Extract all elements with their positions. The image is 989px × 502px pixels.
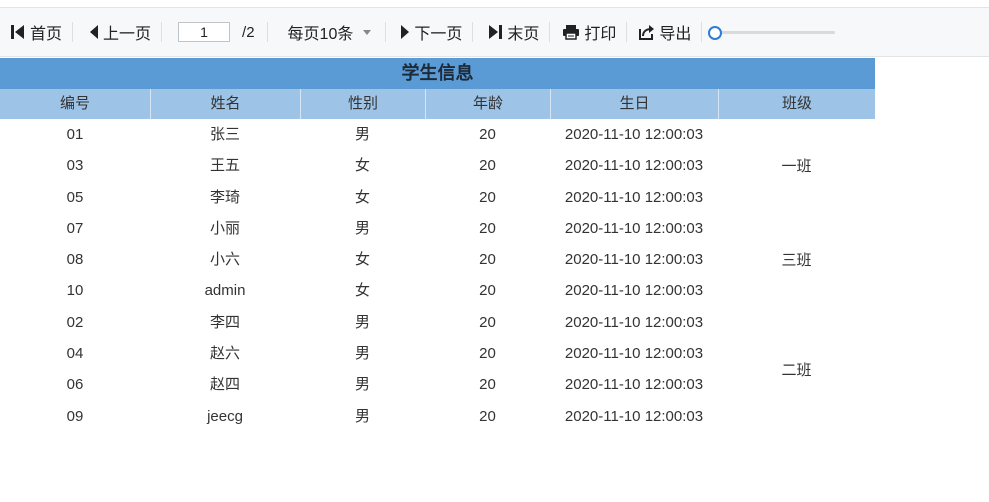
cell-birthday: 2020-11-10 12:00:03 <box>564 157 704 175</box>
export-icon <box>639 24 655 40</box>
student-report: 学生信息 编号 姓名 性别 年龄 生日 班级 01 张三 男 20 2020-1… <box>0 58 875 432</box>
chevron-down-icon <box>363 29 372 35</box>
cell-name: 小丽 <box>209 219 240 237</box>
page-number-input[interactable] <box>178 22 231 42</box>
cell-birthday: 2020-11-10 12:00:03 <box>564 345 704 363</box>
cell-birthday: 2020-11-10 12:00:03 <box>564 313 704 331</box>
cell-age: 20 <box>479 376 496 394</box>
cell-id: 04 <box>66 345 84 363</box>
column-header-age: 年龄 <box>425 89 550 119</box>
cell-birthday: 2020-11-10 12:00:03 <box>564 282 704 300</box>
table-header: 编号 姓名 性别 年龄 生日 班级 <box>0 89 875 119</box>
cell-name: 李琦 <box>209 188 240 206</box>
cell-sex: 男 <box>354 126 370 143</box>
prev-page-button[interactable]: 上一页 <box>73 8 161 56</box>
column-header-class: 班级 <box>718 89 875 119</box>
last-page-icon <box>487 24 503 40</box>
print-label: 打印 <box>584 26 617 43</box>
last-page-button[interactable]: 末页 <box>473 8 549 56</box>
cell-name: 张三 <box>209 126 240 143</box>
cell-sex: 男 <box>354 345 370 363</box>
cell-age: 20 <box>479 313 496 331</box>
prev-page-label: 上一页 <box>103 26 152 43</box>
cell-id: 09 <box>66 407 84 425</box>
column-header-id: 编号 <box>59 95 90 112</box>
last-page-label: 末页 <box>507 26 540 43</box>
table-body: 01 张三 男 20 2020-11-10 12:00:03 03 王五 女 2… <box>0 119 875 432</box>
cell-name: 李四 <box>209 313 240 331</box>
page-total: /2 <box>242 23 255 41</box>
page-size-select[interactable]: 每页10条 <box>268 8 386 56</box>
cell-id: 05 <box>66 188 84 206</box>
cell-age: 20 <box>479 251 496 269</box>
cell-id: 01 <box>66 126 84 143</box>
cell-birthday: 2020-11-10 12:00:03 <box>564 251 704 269</box>
cell-birthday: 2020-11-10 12:00:03 <box>564 376 704 394</box>
class-group-cell: 二班 <box>781 361 812 379</box>
zoom-slider-thumb[interactable] <box>708 26 723 40</box>
cell-age: 20 <box>479 345 496 363</box>
cell-age: 20 <box>479 219 496 237</box>
cell-name: jeecg <box>207 407 243 425</box>
cell-age: 20 <box>479 282 496 300</box>
cell-name: 赵四 <box>209 376 240 394</box>
cell-age: 20 <box>479 126 496 143</box>
first-page-label: 首页 <box>30 26 63 43</box>
cell-name: 小六 <box>209 251 240 269</box>
export-button[interactable]: 导出 <box>627 8 701 56</box>
toolbar-divider <box>161 22 163 42</box>
column-header-birthday: 生日 <box>550 89 718 119</box>
cell-name: 王五 <box>209 157 240 175</box>
first-page-button[interactable]: 首页 <box>0 8 72 56</box>
cell-id: 03 <box>66 157 84 175</box>
cell-sex: 男 <box>354 219 370 237</box>
cell-id: 08 <box>66 251 84 269</box>
cell-id: 07 <box>66 219 84 237</box>
cell-age: 20 <box>479 407 496 425</box>
toolbar-divider <box>701 22 703 42</box>
cell-sex: 女 <box>354 251 370 269</box>
cell-id: 02 <box>66 313 84 331</box>
caret-left-icon <box>89 24 99 40</box>
column-header-name: 姓名 <box>150 89 300 119</box>
caret-right-icon <box>400 24 410 40</box>
report-title: 学生信息 <box>0 58 875 89</box>
cell-birthday: 2020-11-10 12:00:03 <box>564 188 704 206</box>
cell-sex: 男 <box>354 407 370 425</box>
cell-name: 赵六 <box>209 345 240 363</box>
cell-birthday: 2020-11-10 12:00:03 <box>564 126 704 143</box>
cell-sex: 女 <box>354 157 370 175</box>
cell-sex: 女 <box>354 282 370 300</box>
cell-sex: 男 <box>354 313 370 331</box>
column-header-sex: 性别 <box>300 89 425 119</box>
zoom-slider-track <box>714 31 836 34</box>
report-viewer: 首页 上一页 /2 每页10条 下一页 末 <box>0 0 989 502</box>
page-size-value: 每页10条 <box>287 26 354 43</box>
print-button[interactable]: 打印 <box>550 8 626 56</box>
class-group-cell: 一班 <box>781 158 812 176</box>
printer-icon <box>562 24 580 40</box>
next-page-button[interactable]: 下一页 <box>386 8 472 56</box>
cell-age: 20 <box>479 188 496 206</box>
cell-id: 06 <box>66 376 84 394</box>
next-page-label: 下一页 <box>414 26 463 43</box>
cell-sex: 女 <box>354 188 370 206</box>
export-label: 导出 <box>659 26 692 43</box>
zoom-slider[interactable] <box>708 22 836 42</box>
first-page-icon <box>10 24 26 40</box>
report-toolbar: 首页 上一页 /2 每页10条 下一页 末 <box>0 7 989 57</box>
cell-name: admin <box>204 282 246 300</box>
cell-id: 10 <box>66 282 84 300</box>
cell-sex: 男 <box>354 376 370 394</box>
cell-age: 20 <box>479 157 496 175</box>
cell-birthday: 2020-11-10 12:00:03 <box>564 407 704 425</box>
class-group-cell: 三班 <box>781 252 812 270</box>
cell-birthday: 2020-11-10 12:00:03 <box>564 219 704 237</box>
